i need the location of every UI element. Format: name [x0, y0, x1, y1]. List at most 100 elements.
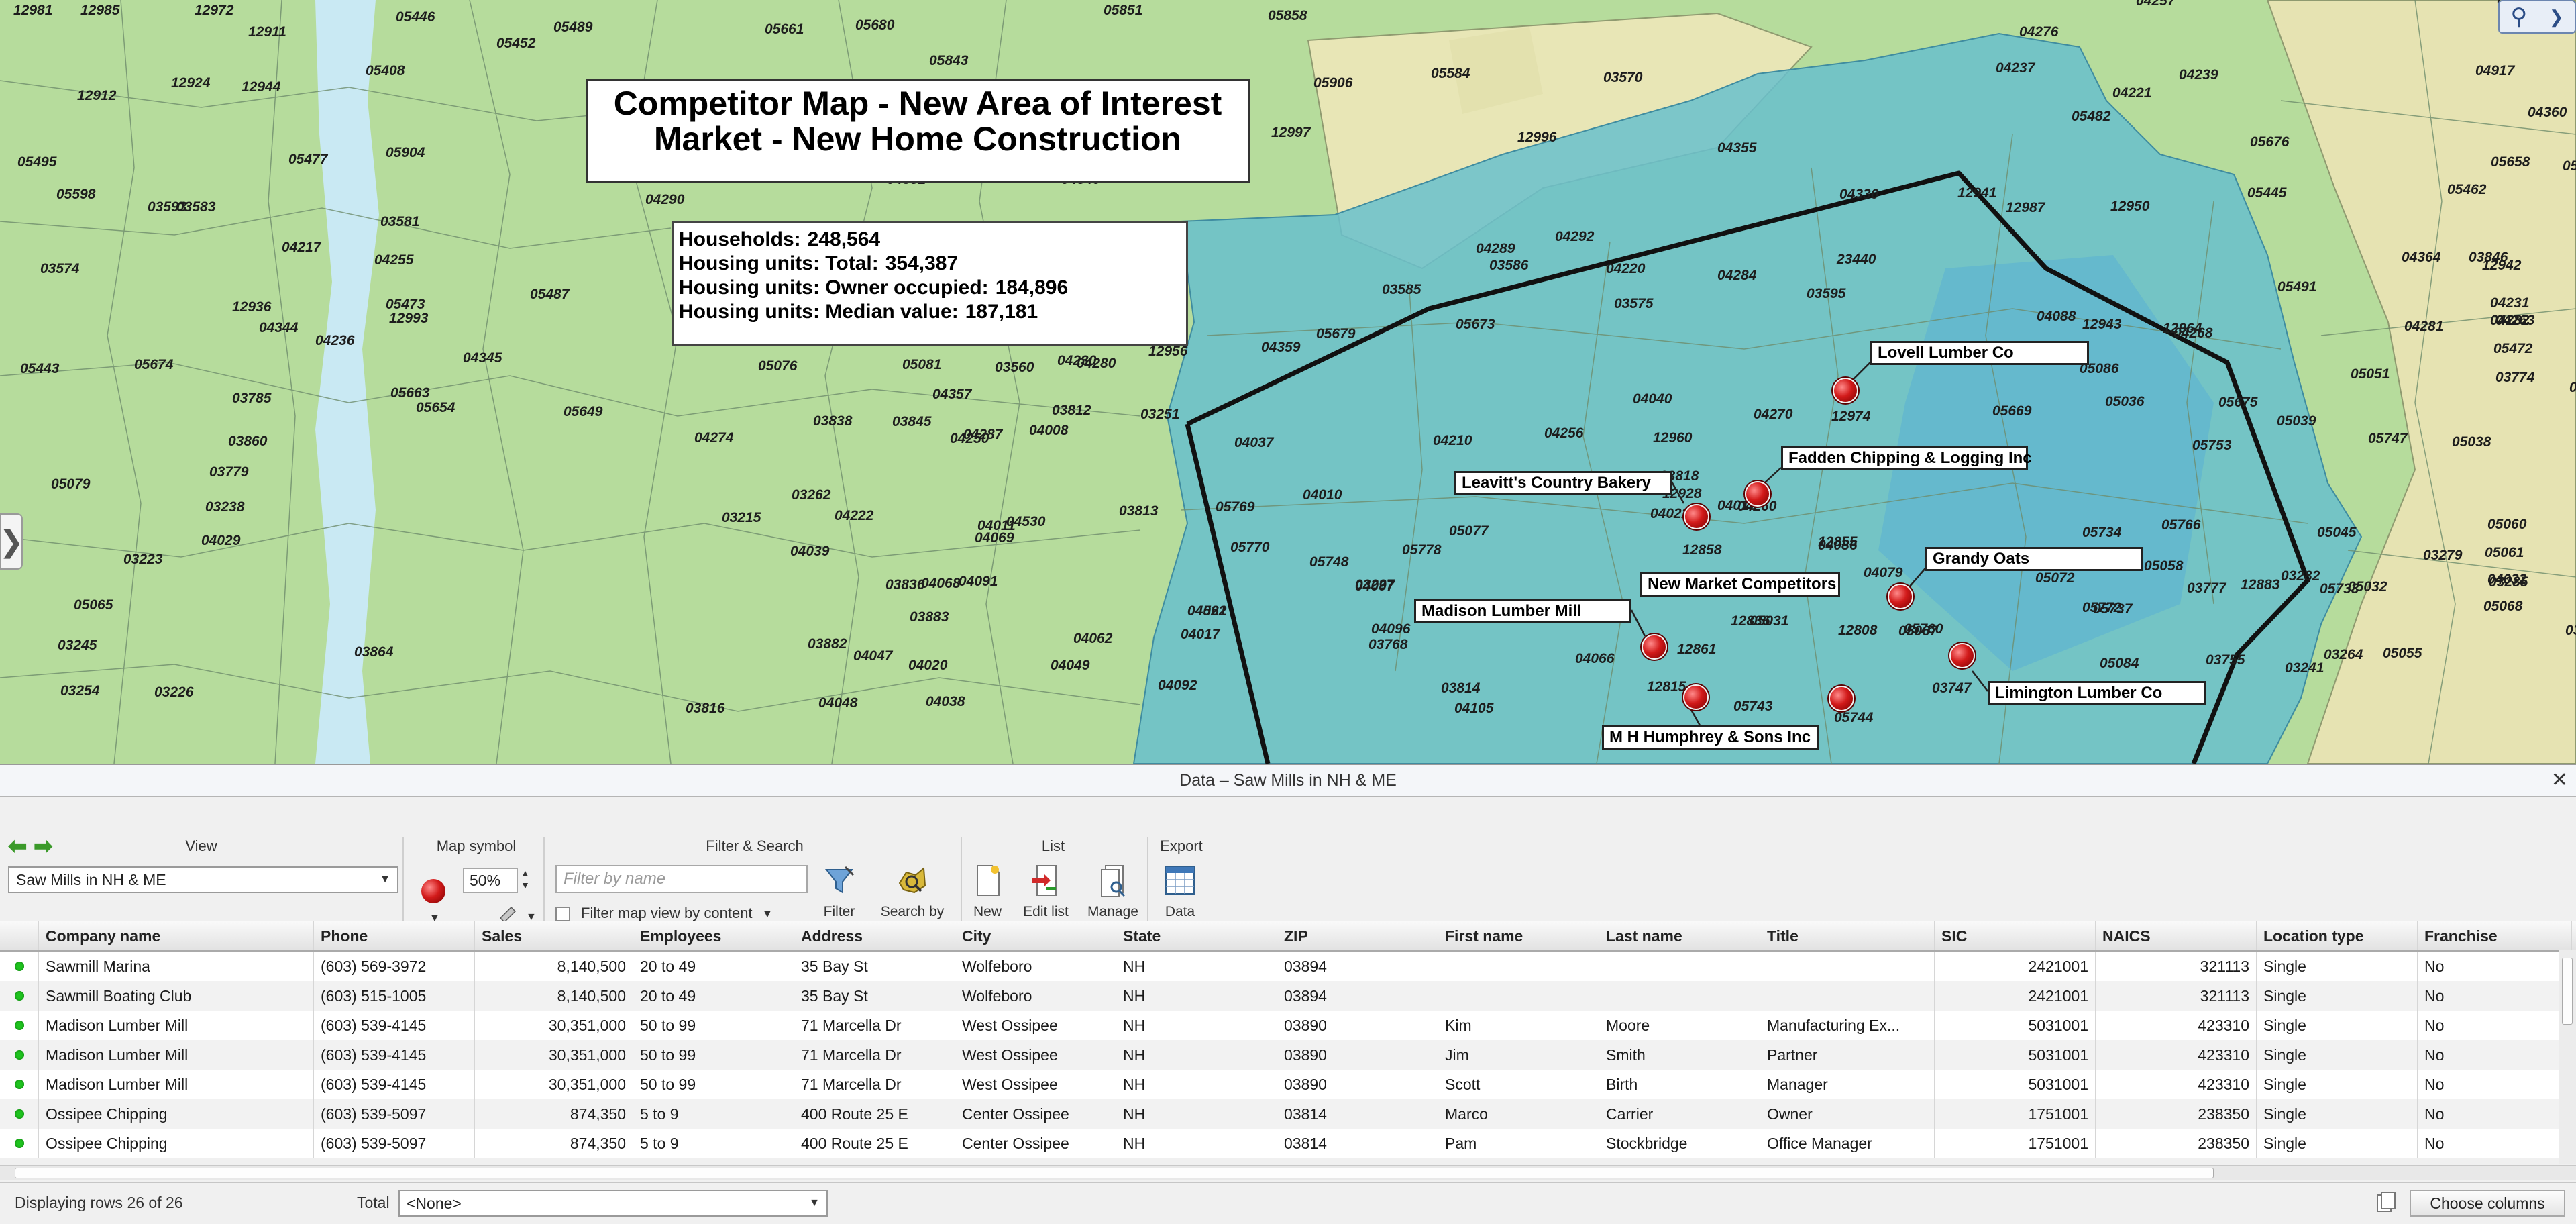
total-select[interactable]: <None> ▼ [398, 1190, 828, 1217]
edit-list-button[interactable]: Edit list [1016, 863, 1076, 920]
zip-label: 05743 [1733, 699, 1773, 714]
column-header[interactable]: NAICS [2096, 921, 2257, 950]
zip-label: 03845 [892, 414, 932, 429]
pin-limington-lumber[interactable] [1949, 643, 1975, 668]
column-header[interactable]: Location type [2257, 921, 2418, 950]
list-group-title: List [1041, 837, 1065, 854]
map-search-button[interactable]: ⚲ ❯ [2498, 0, 2576, 34]
table-row[interactable]: Madison Lumber Mill (603) 539-4145 30,351,… [0, 1040, 2576, 1070]
column-header[interactable]: Company name [39, 921, 314, 950]
zip-label: 04255 [374, 252, 414, 268]
zip-label: 05076 [758, 358, 798, 374]
demographics-box[interactable]: Households: 248,564 Housing units: Total:… [672, 221, 1188, 346]
column-header[interactable]: ZIP [1277, 921, 1438, 950]
map-symbol-swatch[interactable] [421, 879, 445, 903]
close-icon[interactable]: ✕ [2551, 765, 2568, 796]
poi-label-lovell[interactable]: Lovell Lumber Co [1870, 341, 2089, 365]
pin-fadden-chipping[interactable] [1745, 481, 1770, 507]
column-header[interactable]: Last name [1599, 921, 1760, 950]
zip-label: 05778 [1402, 542, 1442, 558]
zip-label: 04359 [1261, 340, 1301, 355]
column-header[interactable]: State [1116, 921, 1277, 950]
column-header[interactable]: Phone [314, 921, 475, 950]
symbol-size-stepper[interactable]: 50% [463, 868, 518, 893]
table-row[interactable]: Madison Lumber Mill (603) 539-4145 30,351,… [0, 1070, 2576, 1099]
zip-label: 04364 [2402, 250, 2441, 265]
column-header[interactable]: SIC [1935, 921, 2096, 950]
zip-label: 04096 [1371, 621, 1411, 637]
filter-map-view-checkbox[interactable] [555, 907, 570, 921]
table-cell: 03894 [1277, 981, 1438, 1011]
pin-humphrey-sons[interactable] [1829, 686, 1854, 711]
status-dot-icon [14, 1080, 24, 1089]
table-cell: (603) 539-4145 [314, 1040, 475, 1070]
zip-label: 03883 [910, 609, 949, 625]
table-cell: No [2418, 1129, 2572, 1158]
choose-columns-button[interactable]: Choose columns [2410, 1190, 2565, 1217]
poi-label-leavitt[interactable]: Leavitt's Country Bakery [1454, 471, 1672, 495]
zip-label: 05904 [386, 145, 425, 160]
zip-label: 04917 [2475, 63, 2515, 79]
forward-arrow-icon[interactable]: ➡ [34, 835, 58, 858]
table-cell: Single [2257, 1129, 2418, 1158]
vertical-scrollbar[interactable] [2559, 950, 2576, 1164]
table-row[interactable]: Sawmill Marina (603) 569-3972 8,140,500 20 … [0, 952, 2576, 981]
table-cell: Sawmill Boating Club [39, 981, 314, 1011]
table-row[interactable]: Madison Lumber Mill (603) 539-4145 30,351,… [0, 1011, 2576, 1040]
filter-button[interactable]: Filter [817, 863, 861, 920]
pin-leavitts-bakery[interactable] [1684, 504, 1709, 529]
table-row[interactable]: Ossipee Chipping (603) 539-5097 874,350 5 t… [0, 1129, 2576, 1158]
zip-label: 03215 [722, 510, 761, 525]
zip-label: 05584 [1431, 66, 1470, 81]
column-header[interactable]: Address [794, 921, 955, 950]
column-header[interactable]: Employees [633, 921, 794, 950]
table-cell: 1751001 [1935, 1129, 2096, 1158]
status-column-header[interactable] [0, 921, 39, 950]
zip-label: 04357 [932, 387, 972, 402]
column-header[interactable]: Sales [475, 921, 633, 950]
pin-lovell-lumber[interactable] [1833, 378, 1858, 403]
map-view[interactable]: 12981 12985 12972 12911 05446 05489 05661 05680… [0, 0, 2576, 764]
zip-label: 03774 [2496, 370, 2535, 385]
poi-label-limington[interactable]: Limington Lumber Co [1988, 681, 2206, 705]
horizontal-scrollbar[interactable] [0, 1165, 2576, 1180]
poi-label-humphrey[interactable]: M H Humphrey & Sons Inc [1602, 725, 1819, 750]
zip-label: 05663 [390, 385, 430, 401]
column-header[interactable]: Franchise [2418, 921, 2572, 950]
poi-label-madison[interactable]: Madison Lumber Mill [1414, 599, 1631, 623]
zip-label: 03836 [885, 577, 925, 593]
stepper-arrows-icon[interactable]: ▲ ▼ [521, 867, 530, 891]
filter-option-arrow-icon[interactable]: ▼ [762, 909, 773, 921]
zip-label: 03575 [1614, 296, 1654, 311]
table-cell: NH [1116, 981, 1277, 1011]
panel-titlebar[interactable]: Data – Saw Mills in NH & ME ✕ [0, 765, 2576, 797]
pin-ossipee-chipping[interactable] [1683, 684, 1709, 710]
map-title-box[interactable]: Competitor Map - New Area of Interest Ma… [586, 79, 1250, 183]
column-header[interactable]: City [955, 921, 1116, 950]
poi-label-fadden[interactable]: Fadden Chipping & Logging Inc [1781, 446, 2032, 470]
filter-by-name-input[interactable] [555, 865, 808, 893]
side-panel-toggle[interactable]: ❯ [0, 513, 23, 570]
zip-label: 04092 [1158, 678, 1197, 693]
table-cell: Jim [1438, 1040, 1599, 1070]
column-header[interactable]: First name [1438, 921, 1599, 950]
zip-label: 05072 [2035, 570, 2075, 586]
table-cell: (603) 539-4145 [314, 1011, 475, 1040]
poi-label-new-market[interactable]: New Market Competitors [1640, 572, 1840, 597]
table-cell: 50 to 99 [633, 1040, 794, 1070]
horizontal-scroll-thumb[interactable] [15, 1168, 2214, 1178]
vertical-scroll-thumb[interactable] [2562, 958, 2573, 1025]
new-list-button[interactable]: New [966, 863, 1009, 920]
pin-grandy-oats[interactable] [1888, 584, 1913, 609]
funnel-icon [822, 863, 856, 898]
table-cell: Office Manager [1760, 1129, 1935, 1158]
back-arrow-icon[interactable]: ⬅ [8, 835, 32, 858]
zip-label: 12911 [248, 24, 286, 40]
table-cell: 874,350 [475, 1129, 633, 1158]
poi-label-grandy[interactable]: Grandy Oats [1925, 547, 2143, 571]
view-select[interactable]: Saw Mills in NH & ME ▼ [8, 866, 398, 893]
table-row[interactable]: Sawmill Boating Club (603) 515-1005 8,140,… [0, 981, 2576, 1011]
column-header[interactable]: Title [1760, 921, 1935, 950]
pin-madison-lumber[interactable] [1642, 634, 1667, 660]
table-row[interactable]: Ossipee Chipping (603) 539-5097 874,350 5 t… [0, 1099, 2576, 1129]
